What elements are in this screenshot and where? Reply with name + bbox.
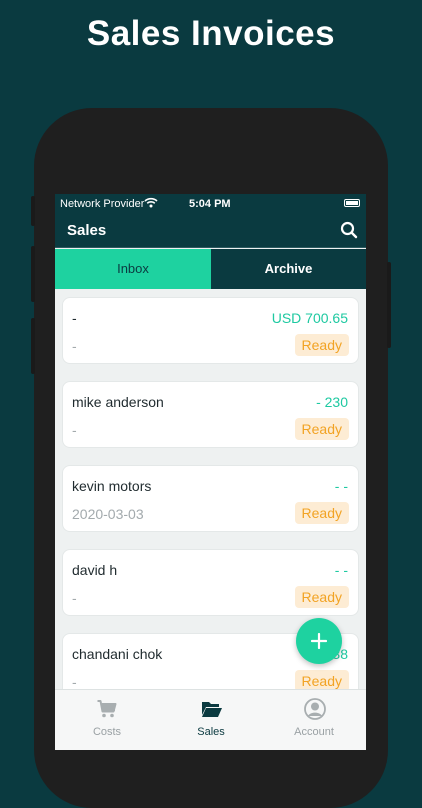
invoice-card[interactable]: david h - - - Ready bbox=[62, 549, 359, 616]
user-circle-icon bbox=[304, 698, 326, 720]
bottom-nav: Costs Sales Account bbox=[55, 689, 366, 750]
folder-open-icon bbox=[202, 702, 222, 717]
nav-sales[interactable]: Sales bbox=[159, 690, 263, 750]
search-icon[interactable] bbox=[340, 221, 358, 244]
invoice-date: 2020-03-03 bbox=[72, 506, 144, 522]
tab-inbox[interactable]: Inbox bbox=[55, 249, 211, 289]
invoice-amount: - 230 bbox=[316, 394, 348, 410]
phone-side-button bbox=[387, 262, 391, 348]
app-screen: Network Provider 5:04 PM Sales Inbox Arc… bbox=[55, 194, 366, 750]
tab-bar: Inbox Archive bbox=[55, 249, 366, 289]
invoice-customer: kevin motors bbox=[72, 478, 152, 494]
status-badge: Ready bbox=[294, 502, 349, 524]
nav-sales-label: Sales bbox=[197, 726, 225, 738]
invoice-customer: chandani chok bbox=[72, 646, 163, 662]
invoice-customer: mike anderson bbox=[72, 394, 164, 410]
invoice-card[interactable]: kevin motors - - 2020-03-03 Ready bbox=[62, 465, 359, 532]
invoice-customer: - bbox=[72, 310, 77, 326]
status-bar: Network Provider 5:04 PM bbox=[55, 194, 366, 214]
phone-side-button bbox=[31, 246, 35, 302]
invoice-card[interactable]: mike anderson - 230 - Ready bbox=[62, 381, 359, 448]
invoice-date: - bbox=[72, 590, 77, 606]
nav-account[interactable]: Account bbox=[262, 690, 366, 750]
battery-icon bbox=[344, 199, 360, 207]
page-title: Sales bbox=[67, 222, 107, 239]
status-badge: Ready bbox=[294, 418, 349, 440]
invoice-amount: USD 700.65 bbox=[271, 310, 348, 326]
tab-archive[interactable]: Archive bbox=[211, 249, 366, 289]
app-bar: Sales bbox=[55, 214, 366, 248]
cart-icon bbox=[97, 700, 117, 718]
wifi-icon bbox=[144, 197, 158, 211]
invoice-card[interactable]: - USD 700.65 - Ready bbox=[62, 297, 359, 364]
invoice-amount: - - bbox=[334, 562, 348, 578]
add-invoice-button[interactable] bbox=[296, 618, 342, 664]
nav-costs[interactable]: Costs bbox=[55, 690, 159, 750]
nav-costs-label: Costs bbox=[92, 726, 122, 738]
status-badge: Ready bbox=[294, 586, 349, 608]
plus-icon bbox=[311, 633, 327, 649]
phone-side-button bbox=[31, 196, 35, 226]
headline: Sales Invoices bbox=[86, 14, 336, 53]
status-badge: Ready bbox=[294, 334, 349, 356]
invoice-date: - bbox=[72, 338, 77, 354]
phone-side-button bbox=[31, 318, 35, 374]
invoice-customer: david h bbox=[72, 562, 118, 578]
network-provider-label: Network Provider bbox=[60, 198, 145, 210]
invoice-amount: - - bbox=[334, 478, 348, 494]
invoice-date: - bbox=[72, 422, 77, 438]
invoice-date: - bbox=[72, 674, 77, 690]
nav-account-label: Account bbox=[294, 726, 334, 738]
status-time: 5:04 PM bbox=[189, 198, 231, 210]
